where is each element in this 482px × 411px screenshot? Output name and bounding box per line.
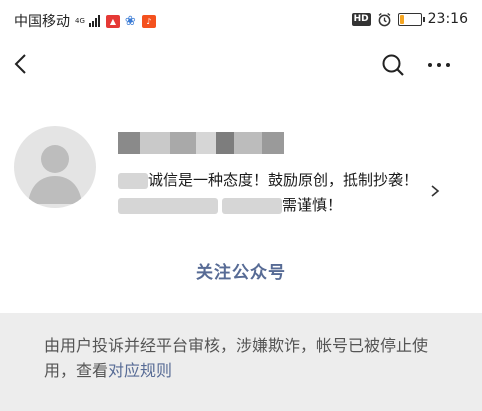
carrier-label: 中国移动 [14,14,70,30]
follow-button[interactable]: 关注公众号 [0,258,482,283]
intro-text-end: 需谨慎！ [282,196,343,214]
redacted-text [118,172,148,189]
back-icon[interactable] [10,52,34,76]
account-intro[interactable]: 诚信是一种态度！鼓励原创，抵制抄袭！ 需谨慎！ [118,168,428,218]
app-notification-icon: ▲ [105,14,120,28]
default-avatar-icon [14,126,96,208]
account-name-redacted [118,132,284,154]
hd-icon: HD [351,12,371,26]
battery-icon [397,12,425,26]
clock: 23:16 [427,11,468,27]
ban-notice-text: 由用户投诉并经平台审核，涉嫌欺诈，帐号已被停止使用，查看对应规则 [44,336,429,380]
status-bar: 中国移动 4G ▲ ❀ ♪ HD 23:16 [0,0,482,38]
intro-text: 诚信是一种态度！鼓励原创，抵制抄袭！ [148,171,419,189]
more-icon[interactable] [424,52,454,78]
account-profile: 诚信是一种态度！鼓励原创，抵制抄袭！ 需谨慎！ 关注公众号 [0,110,482,310]
chevron-right-icon[interactable] [428,182,442,200]
search-icon[interactable] [380,52,406,78]
rules-link[interactable]: 对应规则 [108,361,172,380]
ban-notice: 由用户投诉并经平台审核，涉嫌欺诈，帐号已被停止使用，查看对应规则 [0,313,482,411]
redacted-text [118,197,218,214]
avatar [14,126,96,208]
music-app-icon: ♪ [141,14,156,28]
signal-icon [88,15,100,27]
nav-bar [0,44,482,88]
redacted-text [222,197,282,214]
baidu-icon: ❀ [124,13,136,29]
network-type: 4G [75,16,85,25]
alarm-icon [378,12,391,26]
